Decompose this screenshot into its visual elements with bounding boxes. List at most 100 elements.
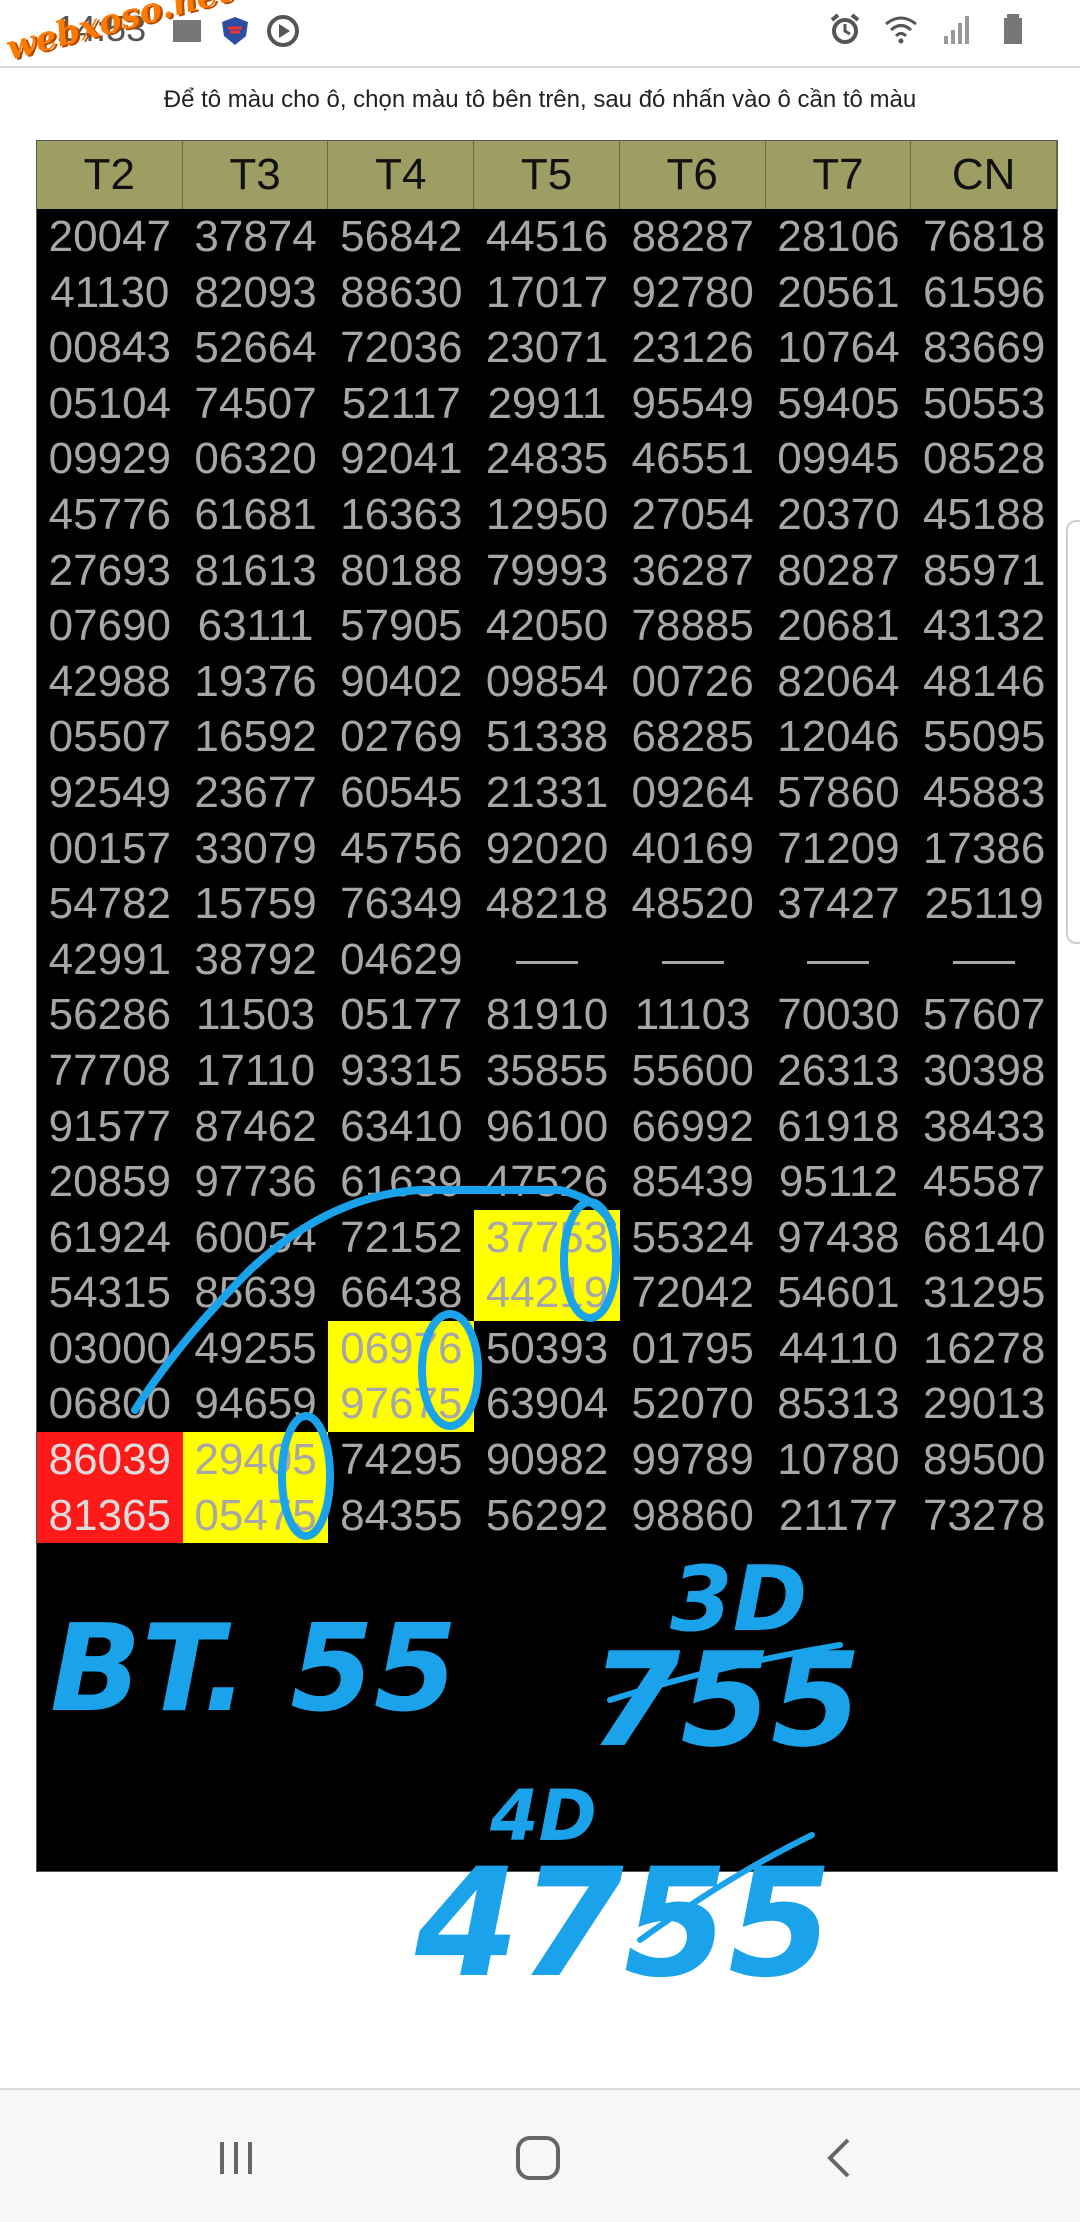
- number-cell[interactable]: 95112: [766, 1154, 912, 1210]
- number-cell[interactable]: 44516: [474, 209, 620, 265]
- number-cell[interactable]: 21177: [766, 1488, 912, 1544]
- number-cell[interactable]: 76349: [328, 876, 474, 932]
- number-cell[interactable]: 10764: [766, 320, 912, 376]
- number-cell[interactable]: 61918: [766, 1099, 912, 1155]
- number-cell[interactable]: 01795: [620, 1321, 766, 1377]
- number-cell[interactable]: 54601: [766, 1265, 912, 1321]
- number-cell[interactable]: 93315: [328, 1043, 474, 1099]
- number-cell[interactable]: 83669: [911, 320, 1057, 376]
- number-cell[interactable]: 17017: [474, 265, 620, 321]
- number-cell[interactable]: 72042: [620, 1265, 766, 1321]
- number-cell[interactable]: 45587: [911, 1154, 1057, 1210]
- number-cell[interactable]: 29013: [911, 1376, 1057, 1432]
- number-cell[interactable]: 56842: [328, 209, 474, 265]
- number-cell[interactable]: 73278: [911, 1488, 1057, 1544]
- number-cell[interactable]: 48520: [620, 876, 766, 932]
- number-cell[interactable]: 90402: [328, 654, 474, 710]
- number-cell[interactable]: 55095: [911, 709, 1057, 765]
- number-cell[interactable]: 50393: [474, 1321, 620, 1377]
- number-cell[interactable]: 54315: [37, 1265, 183, 1321]
- number-cell[interactable]: 16363: [328, 487, 474, 543]
- number-cell[interactable]: 61924: [37, 1210, 183, 1266]
- number-cell[interactable]: 08528: [911, 431, 1057, 487]
- number-cell[interactable]: 38792: [183, 932, 329, 988]
- number-cell[interactable]: 66992: [620, 1099, 766, 1155]
- number-cell[interactable]: 20859: [37, 1154, 183, 1210]
- number-cell[interactable]: 23677: [183, 765, 329, 821]
- number-cell[interactable]: 57860: [766, 765, 912, 821]
- number-cell[interactable]: 43132: [911, 598, 1057, 654]
- number-cell[interactable]: 37874: [183, 209, 329, 265]
- number-cell[interactable]: 94659: [183, 1376, 329, 1432]
- number-cell[interactable]: 91577: [37, 1099, 183, 1155]
- number-cell[interactable]: 82093: [183, 265, 329, 321]
- number-cell[interactable]: 50553: [911, 376, 1057, 432]
- number-cell[interactable]: 81910: [474, 987, 620, 1043]
- number-cell[interactable]: 61596: [911, 265, 1057, 321]
- number-cell[interactable]: 52664: [183, 320, 329, 376]
- number-cell[interactable]: 04629: [328, 932, 474, 988]
- number-cell[interactable]: 29405: [182, 1432, 329, 1488]
- number-cell[interactable]: 30398: [911, 1043, 1057, 1099]
- number-cell[interactable]: 86039: [37, 1432, 183, 1488]
- number-cell[interactable]: 95549: [620, 376, 766, 432]
- number-cell[interactable]: 02769: [328, 709, 474, 765]
- number-cell[interactable]: 09929: [37, 431, 183, 487]
- number-cell[interactable]: 11103: [620, 987, 766, 1043]
- number-cell[interactable]: 42988: [37, 654, 183, 710]
- number-cell[interactable]: 46551: [620, 431, 766, 487]
- number-cell[interactable]: 06800: [37, 1376, 183, 1432]
- number-cell[interactable]: [911, 932, 1057, 988]
- number-cell[interactable]: 41130: [37, 265, 183, 321]
- number-cell[interactable]: 12046: [766, 709, 912, 765]
- number-cell[interactable]: 68140: [911, 1210, 1057, 1266]
- number-cell[interactable]: 55324: [620, 1210, 766, 1266]
- number-cell[interactable]: 78885: [620, 598, 766, 654]
- number-cell[interactable]: 17386: [911, 821, 1057, 877]
- number-cell[interactable]: 37753: [474, 1209, 620, 1266]
- number-cell[interactable]: 59405: [766, 376, 912, 432]
- number-cell[interactable]: 97675: [328, 1376, 475, 1433]
- number-cell[interactable]: 42991: [37, 932, 183, 988]
- number-cell[interactable]: 31295: [911, 1265, 1057, 1321]
- number-cell[interactable]: 60054: [183, 1210, 329, 1266]
- number-cell[interactable]: 60545: [328, 765, 474, 821]
- number-cell[interactable]: 87462: [183, 1099, 329, 1155]
- number-cell[interactable]: 57607: [911, 987, 1057, 1043]
- number-cell[interactable]: 20370: [766, 487, 912, 543]
- edge-panel-handle[interactable]: [1066, 520, 1080, 944]
- number-cell[interactable]: 88630: [328, 265, 474, 321]
- number-cell[interactable]: 19376: [183, 654, 329, 710]
- number-cell[interactable]: 71209: [766, 821, 912, 877]
- number-cell[interactable]: 63410: [328, 1099, 474, 1155]
- number-cell[interactable]: 05177: [328, 987, 474, 1043]
- number-cell[interactable]: 98860: [620, 1488, 766, 1544]
- number-cell[interactable]: 27054: [620, 487, 766, 543]
- number-cell[interactable]: 54782: [37, 876, 183, 932]
- number-cell[interactable]: 00726: [620, 654, 766, 710]
- number-cell[interactable]: 56286: [37, 987, 183, 1043]
- number-cell[interactable]: 48218: [474, 876, 620, 932]
- number-cell[interactable]: 03000: [37, 1321, 183, 1377]
- number-cell[interactable]: 49255: [183, 1321, 329, 1377]
- number-cell[interactable]: 42050: [474, 598, 620, 654]
- number-cell[interactable]: 44219: [474, 1265, 620, 1321]
- number-cell[interactable]: 45188: [911, 487, 1057, 543]
- number-cell[interactable]: 05507: [37, 709, 183, 765]
- number-cell[interactable]: 51338: [474, 709, 620, 765]
- number-cell[interactable]: 29911: [474, 376, 620, 432]
- number-cell[interactable]: 76818: [911, 209, 1057, 265]
- number-cell[interactable]: 89500: [911, 1432, 1057, 1488]
- number-cell[interactable]: 92020: [474, 821, 620, 877]
- number-cell[interactable]: 48146: [911, 654, 1057, 710]
- number-cell[interactable]: 40169: [620, 821, 766, 877]
- number-cell[interactable]: 36287: [620, 543, 766, 599]
- number-cell[interactable]: 45776: [37, 487, 183, 543]
- number-cell[interactable]: 97438: [766, 1210, 912, 1266]
- number-cell[interactable]: 45883: [911, 765, 1057, 821]
- number-cell[interactable]: 82064: [766, 654, 912, 710]
- number-cell[interactable]: 72036: [328, 320, 474, 376]
- number-cell[interactable]: 21331: [474, 765, 620, 821]
- number-cell[interactable]: 88287: [620, 209, 766, 265]
- number-cell[interactable]: 23126: [620, 320, 766, 376]
